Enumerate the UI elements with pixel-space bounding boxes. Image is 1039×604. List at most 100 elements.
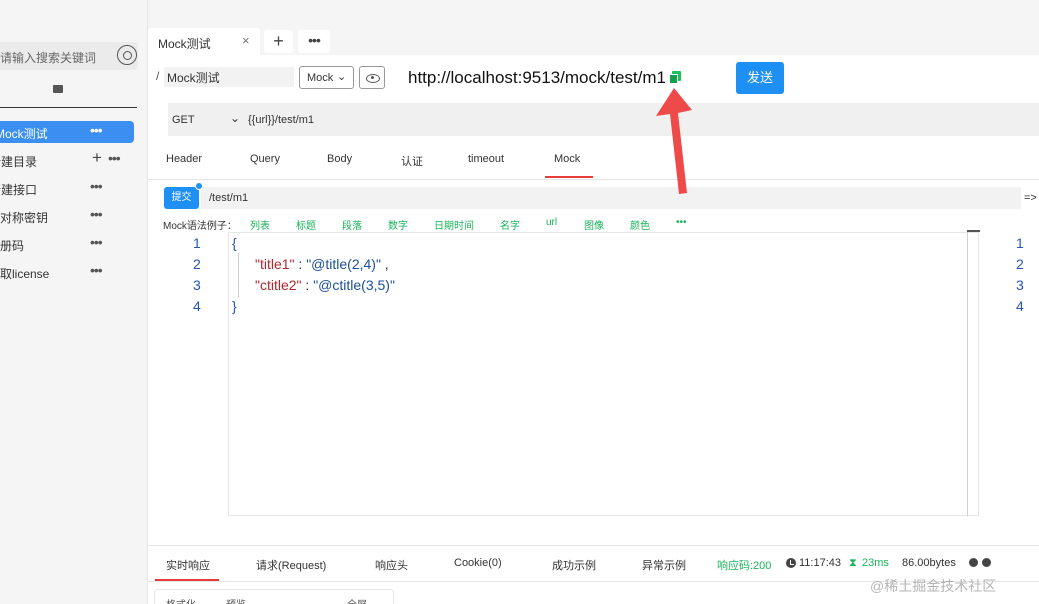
fullscreen-button[interactable]: 全屏 [347, 596, 367, 604]
tab-divider [148, 179, 1039, 180]
sidebar-item-new-folder[interactable]: 新建目录 + ••• [0, 148, 134, 171]
json-colon: : [301, 277, 314, 293]
request-name-input[interactable] [164, 67, 294, 87]
json-key: "title1" [255, 256, 295, 272]
more-icon[interactable]: ••• [90, 122, 103, 138]
tab-live-response[interactable]: 实时响应 [166, 557, 210, 573]
active-tab-indicator [545, 176, 593, 178]
tab-header[interactable]: Header [166, 153, 202, 165]
example-name[interactable]: 名字 [500, 217, 520, 232]
tab-error-example[interactable]: 异常示例 [642, 557, 686, 573]
json-value: "@ctitle(3,5)" [313, 277, 395, 293]
sidebar-item-label: 新建接口 [0, 183, 38, 197]
sidebar-divider [0, 107, 137, 108]
active-tab-indicator [155, 579, 219, 581]
url-template-input[interactable]: {{url}}/test/m1 [248, 114, 314, 126]
indent-guide [238, 253, 239, 298]
tab-mock[interactable]: Mock [554, 153, 580, 165]
line-number: 1 [193, 235, 201, 251]
example-image[interactable]: 图像 [584, 217, 604, 232]
json-comma: , [380, 256, 389, 272]
more-icon[interactable]: ••• [108, 150, 121, 166]
editor-ruler-marker [967, 230, 980, 232]
download-icon[interactable] [982, 558, 991, 567]
clock-icon [786, 558, 796, 568]
code-open-brace: { [232, 235, 237, 251]
tab-response-headers[interactable]: 响应头 [375, 557, 408, 573]
example-url[interactable]: url [546, 217, 557, 228]
examples-label: Mock语法例子： [163, 221, 237, 232]
chevron-down-icon: ⌄ [337, 71, 347, 83]
preview-button[interactable]: 预览 [226, 596, 246, 604]
example-title[interactable]: 标题 [296, 217, 316, 232]
method-select[interactable]: GET [172, 114, 195, 126]
watermark: @稀土掘金技术社区 [870, 578, 997, 594]
sidebar-item-label: 注册码 [0, 239, 25, 253]
unsaved-indicator [195, 182, 203, 190]
mode-value: Mock [307, 72, 334, 84]
sidebar-item-new-api[interactable]: 新建接口 ••• [0, 177, 134, 199]
mock-path-input[interactable]: /test/m1 [209, 192, 248, 204]
more-icon[interactable]: ••• [90, 234, 103, 250]
line-number: 2 [193, 256, 201, 272]
format-button[interactable]: 格式化 [166, 596, 196, 604]
code-line-2: "title1" : "@title(2,4)" , [255, 256, 389, 272]
settings-icon[interactable] [117, 45, 137, 65]
line-number: 4 [193, 298, 201, 314]
response-time: 11:17:43 [799, 557, 842, 569]
info-icon[interactable] [969, 558, 978, 567]
eye-icon[interactable] [359, 66, 385, 89]
example-number[interactable]: 数字 [388, 217, 408, 232]
json-colon: : [294, 256, 307, 272]
folder-icon[interactable] [53, 85, 63, 93]
sidebar-item-register-code[interactable]: 注册码 ••• [0, 233, 134, 255]
tab-cookie[interactable]: Cookie(0) [454, 557, 502, 569]
copy-icon[interactable] [669, 71, 681, 84]
tab-auth[interactable]: 认证 [401, 153, 423, 169]
arrow-label: => [1024, 192, 1037, 204]
sidebar-item-label: 非对称密钥 [0, 211, 49, 225]
example-datetime[interactable]: 日期时间 [434, 217, 474, 232]
code-line-3: "ctitle2" : "@ctitle(3,5)" [255, 277, 395, 293]
more-icon[interactable]: ••• [90, 262, 103, 278]
example-list[interactable]: 列表 [250, 217, 270, 232]
tab-query[interactable]: Query [250, 153, 280, 165]
sidebar-item-asymmetric-key[interactable]: 非对称密钥 ••• [0, 205, 134, 227]
status-code: 响应码:200 [717, 560, 772, 572]
json-value: "@title(2,4)" [306, 256, 381, 272]
tab-timeout[interactable]: timeout [468, 153, 504, 165]
request-url: http://localhost:9513/mock/test/m1 [408, 68, 666, 87]
tab-request[interactable]: 请求(Request) [256, 557, 326, 573]
sidebar-item-label: 获取license [0, 267, 50, 281]
add-tab-button[interactable]: + [264, 30, 293, 53]
code-close-brace: } [232, 298, 237, 314]
more-icon[interactable]: ••• [90, 206, 103, 222]
search-placeholder: 请输入搜索关键词 [0, 51, 97, 65]
tab-success-example[interactable]: 成功示例 [552, 557, 596, 573]
code-editor[interactable] [228, 232, 979, 516]
more-tabs-button[interactable]: ••• [298, 30, 330, 53]
sidebar-item-get-license[interactable]: 获取license ••• [0, 261, 134, 283]
line-number: 3 [193, 277, 201, 293]
chevron-down-icon[interactable]: ⌄ [230, 111, 240, 125]
more-icon[interactable]: ••• [90, 178, 103, 194]
submit-button[interactable]: 提交 [164, 187, 199, 209]
line-number: 1 [1016, 235, 1024, 251]
sidebar-item-mock-test[interactable]: Mock测试 ••• [0, 121, 134, 143]
annotation-arrow [656, 88, 692, 194]
tab-body[interactable]: Body [327, 153, 352, 165]
breadcrumb-separator: / [156, 69, 160, 83]
close-icon[interactable]: × [242, 33, 250, 48]
mode-select[interactable]: Mock ⌄ [299, 66, 354, 89]
example-paragraph[interactable]: 段落 [342, 217, 362, 232]
example-more[interactable]: ••• [676, 217, 687, 228]
sidebar-item-label: 新建目录 [0, 155, 38, 169]
tab-mock-test[interactable]: Mock测试 × [148, 28, 260, 55]
sidebar-item-label: Mock测试 [0, 127, 48, 141]
line-number: 4 [1016, 298, 1024, 314]
sidebar [0, 0, 148, 604]
line-number: 2 [1016, 256, 1024, 272]
example-color[interactable]: 颜色 [630, 217, 650, 232]
plus-icon[interactable]: + [92, 148, 102, 168]
send-button[interactable]: 发送 [736, 62, 784, 94]
